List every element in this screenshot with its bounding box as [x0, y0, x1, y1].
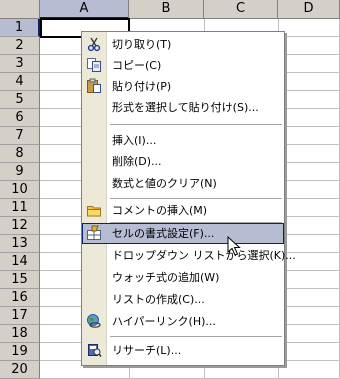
- row-header-6[interactable]: 6: [0, 109, 40, 127]
- row-header-1[interactable]: 1: [0, 19, 40, 37]
- menu-item-label: コピー(C): [112, 59, 162, 72]
- row-header-18[interactable]: 18: [0, 325, 40, 343]
- row-header-14[interactable]: 14: [0, 253, 40, 271]
- menu-item-insert[interactable]: 挿入(I)...: [82, 130, 284, 151]
- menu-item-label: 形式を選択して貼り付け(S)...: [112, 101, 259, 114]
- menu-item-cut[interactable]: 切り取り(T): [82, 34, 284, 55]
- menu-item-hyperlink[interactable]: ハイパーリンク(H)...: [82, 311, 284, 332]
- row-header-19[interactable]: 19: [0, 343, 40, 361]
- mouse-pointer-icon: [227, 235, 243, 258]
- row-header-5[interactable]: 5: [0, 91, 40, 109]
- menu-item-clear-contents[interactable]: 数式と値のクリア(N): [82, 173, 284, 194]
- menu-item-copy[interactable]: コピー(C): [82, 55, 284, 76]
- menu-item-label: 切り取り(T): [112, 38, 172, 51]
- menu-item-label: コメントの挿入(M): [112, 204, 208, 217]
- column-header-d[interactable]: D: [278, 0, 340, 19]
- row-header-8[interactable]: 8: [0, 145, 40, 163]
- row-header-20[interactable]: 20: [0, 361, 40, 379]
- row-header-17[interactable]: 17: [0, 307, 40, 325]
- row-header-16[interactable]: 16: [0, 289, 40, 307]
- row-header-4[interactable]: 4: [0, 73, 40, 91]
- column-header-a[interactable]: A: [40, 0, 129, 19]
- menu-item-label: ドロップダウン リストから選択(K)...: [112, 249, 296, 262]
- menu-item-label: ウォッチ式の追加(W): [112, 271, 220, 284]
- scissors-icon: [86, 36, 102, 52]
- select-all-corner[interactable]: [0, 0, 40, 19]
- menu-item-research[interactable]: リサーチ(L)...: [82, 340, 284, 361]
- menu-item-label: セルの書式設定(F)...: [112, 227, 215, 240]
- row-header-10[interactable]: 10: [0, 181, 40, 199]
- menu-item-format-cells[interactable]: セルの書式設定(F)...: [82, 223, 284, 244]
- menu-item-label: 数式と値のクリア(N): [112, 177, 217, 190]
- format-cells-icon: [86, 225, 102, 241]
- menu-separator: [110, 198, 282, 199]
- menu-item-pick-from-list[interactable]: ドロップダウン リストから選択(K)...: [82, 245, 296, 266]
- row-header-12[interactable]: 12: [0, 217, 40, 235]
- comment-folder-icon: [86, 202, 102, 218]
- menu-item-paste[interactable]: 貼り付け(P): [82, 76, 284, 97]
- context-menu: 切り取り(T) コピー(C) 貼り付け(P) 形式を選択して貼り付け(S)...: [81, 31, 296, 366]
- menu-item-label: リサーチ(L)...: [112, 344, 182, 357]
- column-header-b[interactable]: B: [129, 0, 204, 19]
- row-header-9[interactable]: 9: [0, 163, 40, 181]
- menu-item-label: 挿入(I)...: [112, 134, 157, 147]
- row-header-7[interactable]: 7: [0, 127, 40, 145]
- menu-item-insert-comment[interactable]: コメントの挿入(M): [82, 200, 284, 221]
- menu-item-label: リストの作成(C)...: [112, 293, 205, 306]
- row-header-13[interactable]: 13: [0, 235, 40, 253]
- menu-item-label: 貼り付け(P): [112, 80, 172, 93]
- menu-item-create-list[interactable]: リストの作成(C)...: [82, 289, 284, 310]
- copy-icon: [86, 57, 102, 73]
- menu-separator: [110, 124, 282, 125]
- menu-item-delete[interactable]: 削除(D)...: [82, 151, 284, 172]
- menu-item-add-watch[interactable]: ウォッチ式の追加(W): [82, 267, 284, 288]
- row-header-11[interactable]: 11: [0, 199, 40, 217]
- column-header-c[interactable]: C: [204, 0, 278, 19]
- research-book-icon: [86, 342, 102, 358]
- paste-icon: [86, 78, 102, 94]
- menu-item-label: 削除(D)...: [112, 155, 162, 168]
- menu-item-paste-special[interactable]: 形式を選択して貼り付け(S)...: [82, 97, 284, 118]
- menu-item-label: ハイパーリンク(H)...: [112, 315, 216, 328]
- row-header-2[interactable]: 2: [0, 37, 40, 55]
- row-header-15[interactable]: 15: [0, 271, 40, 289]
- row-header-3[interactable]: 3: [0, 55, 40, 73]
- hyperlink-globe-icon: [86, 313, 102, 329]
- menu-separator: [110, 336, 282, 337]
